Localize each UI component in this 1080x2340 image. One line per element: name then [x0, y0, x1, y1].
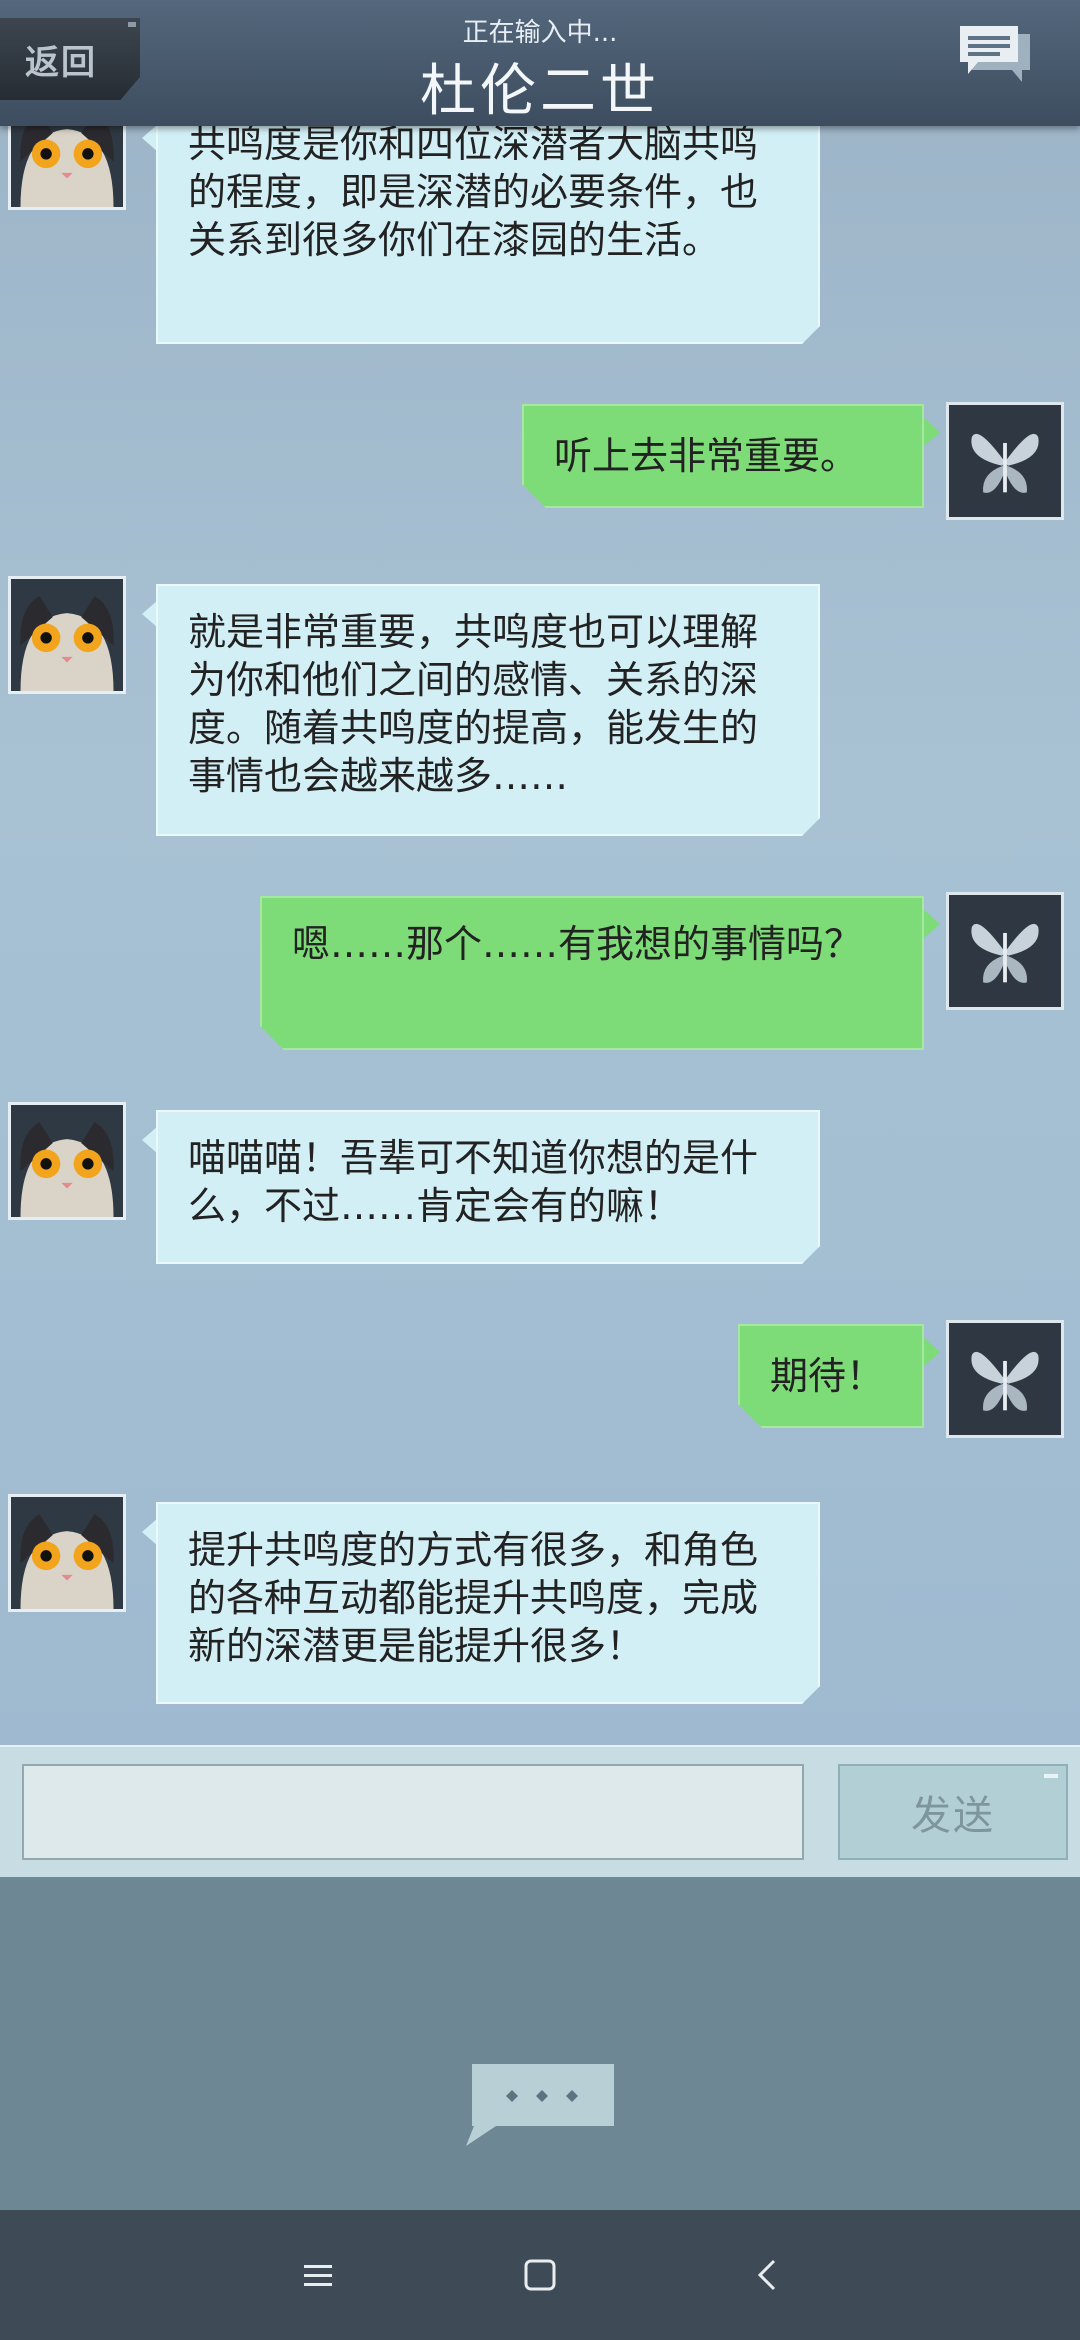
menu-icon[interactable] — [298, 2255, 338, 2295]
message-bubble-right: 嗯……那个……有我想的事情吗？ — [260, 896, 924, 1050]
home-icon[interactable] — [520, 2255, 560, 2295]
page-title: 杜伦二世 — [420, 59, 660, 124]
cat-avatar-image — [11, 1497, 123, 1609]
player-avatar[interactable] — [946, 892, 1064, 1010]
chat-bubbles-icon[interactable] — [956, 22, 1034, 92]
message-text: 共鸣度是你和四位深潜者大脑共鸣的程度，即是深潜的必要条件，也关系到很多你们在漆园… — [188, 122, 759, 262]
more-options-icon[interactable] — [462, 2060, 622, 2150]
message-text: 期待！ — [770, 1354, 885, 1398]
butterfly-icon — [949, 1323, 1061, 1435]
typing-status: 正在输入中... — [462, 18, 618, 48]
message-bubble-left: 就是非常重要，共鸣度也可以理解为你和他们之间的感情、关系的深度。随着共鸣度的提高… — [156, 584, 820, 836]
player-avatar[interactable] — [946, 402, 1064, 520]
player-avatar[interactable] — [946, 1320, 1064, 1438]
header-bar: 返回 正在输入中... 杜伦二世 — [0, 0, 1080, 126]
message-text: 嗯……那个……有我想的事情吗？ — [292, 922, 863, 966]
message-input-bar: 发送 — [0, 1745, 1080, 1879]
send-button[interactable]: 发送 — [838, 1764, 1068, 1860]
message-bubble-left: 共鸣度是你和四位深潜者大脑共鸣的程度，即是深潜的必要条件，也关系到很多你们在漆园… — [156, 104, 820, 344]
message-text: 听上去非常重要。 — [554, 434, 859, 478]
butterfly-icon — [949, 405, 1061, 517]
message-text: 提升共鸣度的方式有很多，和角色的各种互动都能提升共鸣度，完成新的深潜更是能提升很… — [188, 1528, 759, 1668]
options-panel — [0, 1877, 1080, 2210]
cat-avatar-image — [11, 579, 123, 691]
message-text: 喵喵喵！吾辈可不知道你想的是什么，不过……肯定会有的嘛！ — [188, 1136, 759, 1228]
send-button-accent — [1044, 1774, 1058, 1778]
send-button-label: 发送 — [911, 1793, 995, 1839]
message-text: 就是非常重要，共鸣度也可以理解为你和他们之间的感情、关系的深度。随着共鸣度的提高… — [188, 610, 759, 798]
message-bubble-right: 听上去非常重要。 — [522, 404, 924, 508]
message-input[interactable] — [22, 1764, 804, 1860]
cat-avatar[interactable] — [8, 1494, 126, 1612]
cat-avatar[interactable] — [8, 1102, 126, 1220]
message-bubble-left: 提升共鸣度的方式有很多，和角色的各种互动都能提升共鸣度，完成新的深潜更是能提升很… — [156, 1502, 820, 1704]
back-arrow-icon[interactable] — [748, 2255, 788, 2295]
system-navigation-bar — [0, 2210, 1080, 2340]
cat-avatar-image — [11, 1105, 123, 1217]
chat-area: 共鸣度是你和四位深潜者大脑共鸣的程度，即是深潜的必要条件，也关系到很多你们在漆园… — [0, 0, 1080, 1745]
message-bubble-right: 期待！ — [738, 1324, 924, 1428]
message-bubble-left: 喵喵喵！吾辈可不知道你想的是什么，不过……肯定会有的嘛！ — [156, 1110, 820, 1264]
cat-avatar[interactable] — [8, 576, 126, 694]
butterfly-icon — [949, 895, 1061, 1007]
